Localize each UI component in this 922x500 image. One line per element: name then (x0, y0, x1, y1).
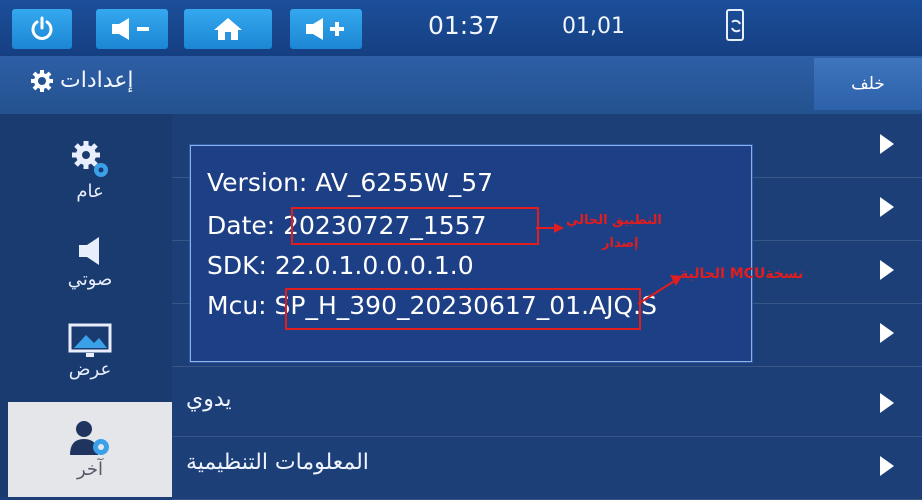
menu-row-regulatory-info[interactable]: المعلومات التنظيمية (172, 436, 922, 500)
sidebar-item-label: عام (76, 181, 104, 202)
back-button[interactable]: خلف (814, 58, 922, 110)
volume-up-button[interactable] (290, 9, 362, 49)
volume-up-icon (306, 18, 344, 40)
chevron-right-icon (880, 197, 894, 217)
home-icon (214, 18, 242, 40)
menu-row-label: يدوي (186, 387, 232, 412)
arrow-up-right-icon (637, 275, 682, 305)
phone-link-icon[interactable] (724, 8, 748, 44)
volume-down-button[interactable] (96, 9, 168, 49)
mcu-prefix: Mcu: (207, 291, 275, 320)
menu-row-manual[interactable]: يدوي (172, 373, 922, 437)
sidebar-item-label: صوتي (67, 269, 113, 290)
home-button[interactable] (184, 9, 272, 49)
person-gear-icon (70, 421, 109, 455)
gears-icon (72, 141, 108, 177)
clock-time: 01:37 (428, 11, 501, 40)
settings-header: إعدادات خلف (0, 56, 922, 114)
sidebar-item-label: عرض (68, 359, 112, 380)
app-version-annotation: التطبيق الحالي (566, 213, 662, 228)
date-prefix: Date: (207, 211, 284, 240)
sdk-line: SDK: 22.0.1.0.0.0.1.0 (207, 251, 474, 280)
volume-down-icon (112, 18, 149, 40)
app-version-annotation-2: إصدار (602, 236, 639, 251)
sidebar-item-audio[interactable]: صوتي (8, 214, 172, 309)
clock-date: 01,01 (562, 14, 625, 39)
chevron-right-icon (880, 323, 894, 343)
sidebar-item-label: آخر (76, 459, 104, 480)
chevron-right-icon (880, 260, 894, 280)
status-bar: 01:37 01,01 (0, 0, 922, 56)
mcu-version-annotation: الحالية MCUنسخة (680, 266, 804, 282)
chevron-right-icon (880, 456, 894, 476)
sidebar: عام صوتي عرض آخر (0, 114, 172, 497)
menu-row-label: المعلومات التنظيمية (186, 450, 369, 475)
date-highlight-box (291, 207, 539, 245)
sidebar-item-general[interactable]: عام (8, 122, 172, 217)
settings-gear-icon (31, 69, 53, 92)
power-button[interactable] (12, 9, 72, 49)
version-line: Version: AV_6255W_57 (207, 168, 494, 197)
speaker-icon (79, 237, 99, 265)
arrow-right-icon (536, 223, 564, 233)
power-icon (31, 16, 53, 40)
mcu-highlight-box (285, 288, 641, 330)
chevron-right-icon (880, 134, 894, 154)
sidebar-item-other[interactable]: آخر (8, 402, 172, 497)
sidebar-item-display[interactable]: عرض (8, 304, 172, 399)
display-icon (68, 323, 112, 357)
page-title-text: إعدادات (60, 68, 134, 93)
page-title: إعدادات (30, 68, 134, 93)
chevron-right-icon (880, 393, 894, 413)
